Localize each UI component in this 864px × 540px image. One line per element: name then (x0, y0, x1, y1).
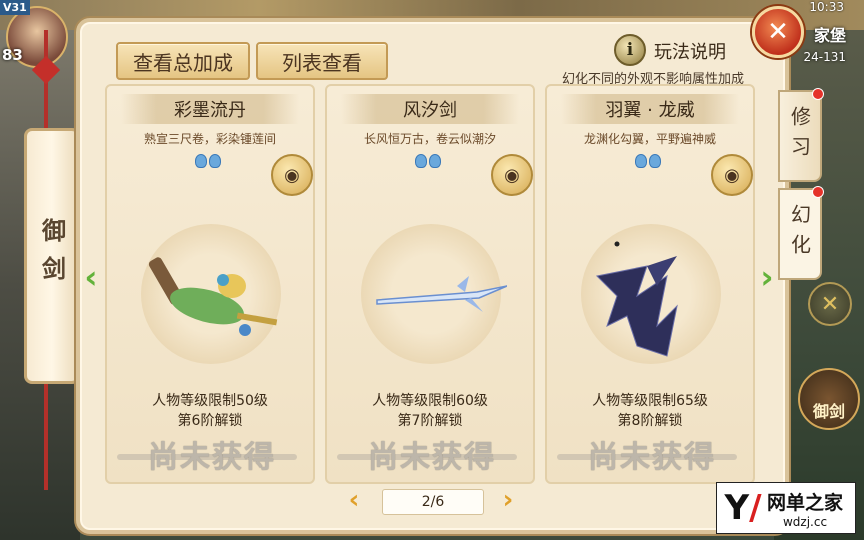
dragon-wing-art (595, 241, 678, 357)
close-icon: ✕ (767, 17, 789, 47)
watermark-brand: 网单之家 (767, 491, 844, 514)
gourd-icon (415, 154, 445, 168)
clock-time: 10:33 (809, 0, 844, 14)
side-tab-practice[interactable]: 修习 (778, 88, 824, 182)
cancel-skill-icon[interactable]: ✕ (808, 282, 852, 326)
card-title: 风汐剑 (341, 94, 519, 124)
close-button[interactable]: ✕ (752, 6, 804, 58)
list-view-button[interactable]: 列表查看 (256, 42, 388, 80)
status-not-obtained: 尚未获得 (148, 440, 276, 475)
card-description: 龙渊化勾翼，平野遍神威 (583, 132, 716, 146)
appearance-card[interactable]: 彩墨流丹 熟宣三尺卷，彩染锺莲间 ◉ 人物等级限制50级 第6阶解锁 尚未获得 (105, 84, 315, 484)
page-indicator: 2/6 (382, 489, 484, 515)
preview-eye-button[interactable]: ◉ (271, 154, 313, 196)
next-card-arrow-icon[interactable]: › (756, 258, 778, 296)
status-not-obtained: 尚未获得 (588, 440, 716, 475)
appearance-card[interactable]: 风汐剑 长风恒万古，卷云似潮汐 ◉ 人物等级限制60级 第7阶解锁 尚未获得 (325, 84, 535, 484)
unlock-stage: 第6阶解锁 (177, 413, 243, 429)
gourd-icon (195, 154, 225, 168)
appearance-card[interactable]: 羽翼 · 龙威 龙渊化勾翼，平野遍神威 ◉ 人物等级限制65级 第8阶解锁 尚未… (545, 84, 755, 484)
watermark-mark-icon: Y / (724, 488, 762, 528)
side-tab-label: 修习 (787, 106, 812, 166)
wind-sword-art (376, 276, 507, 312)
player-level: 83 (2, 46, 23, 64)
total-bonus-button[interactable]: 查看总加成 (116, 42, 250, 80)
preview-eye-button[interactable]: ◉ (711, 154, 753, 196)
card-description: 熟宣三尺卷，彩染锺莲间 (143, 132, 276, 146)
map-name: 家堡 (813, 26, 846, 45)
notification-dot (812, 186, 824, 198)
unlock-stage: 第8阶解锁 (617, 413, 683, 429)
eye-icon: ◉ (504, 164, 520, 186)
notification-dot (812, 88, 824, 100)
side-tab-transform[interactable]: 幻化 (778, 186, 824, 280)
level-requirement: 人物等级限制50级 (152, 393, 268, 409)
preview-eye-button[interactable]: ◉ (491, 154, 533, 196)
scroll-brush-weapon-art (148, 257, 278, 336)
category-tab-yujian[interactable]: 御剑 (24, 128, 80, 384)
watermark-logo: Y / 网单之家 wdzj.cc (716, 482, 856, 534)
card-title: 羽翼 · 龙威 (561, 94, 739, 124)
level-requirement: 人物等级限制65级 (592, 393, 708, 409)
card-title: 彩墨流丹 (121, 94, 299, 124)
card-description: 长风恒万古，卷云似潮汐 (363, 132, 496, 146)
unlock-stage: 第7阶解锁 (397, 413, 463, 429)
version-badge: V31 (0, 0, 30, 15)
page-prev-icon[interactable]: ‹ (344, 485, 364, 515)
gameplay-help-link[interactable]: 玩法说明 (654, 38, 726, 64)
status-not-obtained: 尚未获得 (368, 440, 496, 475)
map-coords: 24-131 (803, 50, 846, 64)
sword-flight-button[interactable]: 御剑 (798, 368, 860, 430)
page-next-icon[interactable]: › (498, 485, 518, 515)
eye-icon: ◉ (724, 164, 740, 186)
level-requirement: 人物等级限制60级 (372, 393, 488, 409)
eye-icon: ◉ (284, 164, 300, 186)
gourd-icon (635, 154, 665, 168)
info-icon[interactable]: i (614, 34, 646, 66)
prev-card-arrow-icon[interactable]: ‹ (80, 258, 102, 296)
watermark-domain: wdzj.cc (782, 514, 828, 529)
side-tab-label: 幻化 (787, 204, 812, 264)
